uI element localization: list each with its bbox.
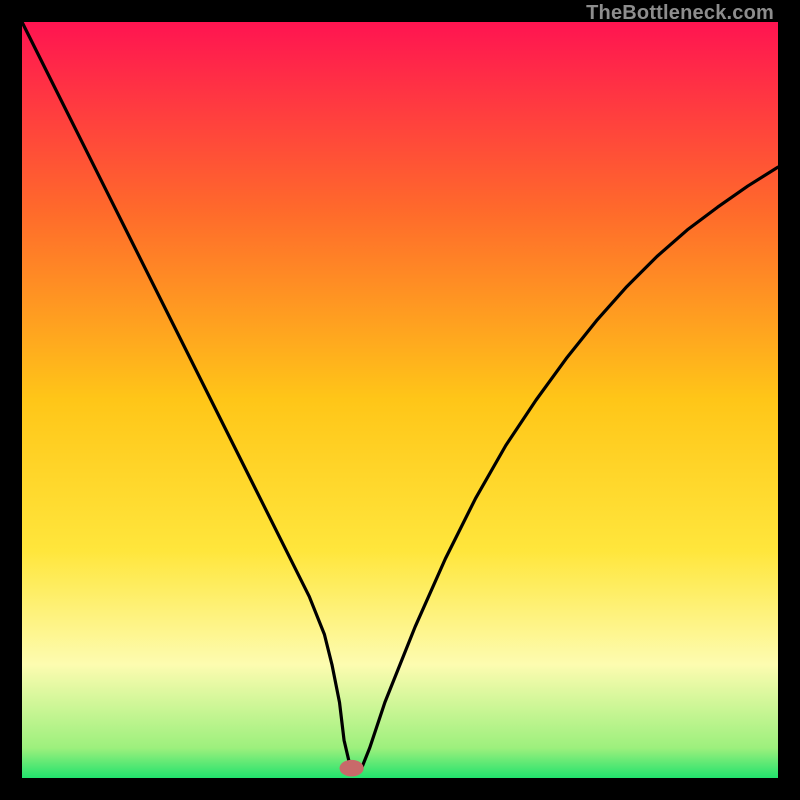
chart-svg [22, 22, 778, 778]
plot-area [22, 22, 778, 778]
selected-point-marker [340, 760, 364, 777]
chart-frame: TheBottleneck.com [0, 0, 800, 800]
watermark-text: TheBottleneck.com [586, 2, 774, 25]
